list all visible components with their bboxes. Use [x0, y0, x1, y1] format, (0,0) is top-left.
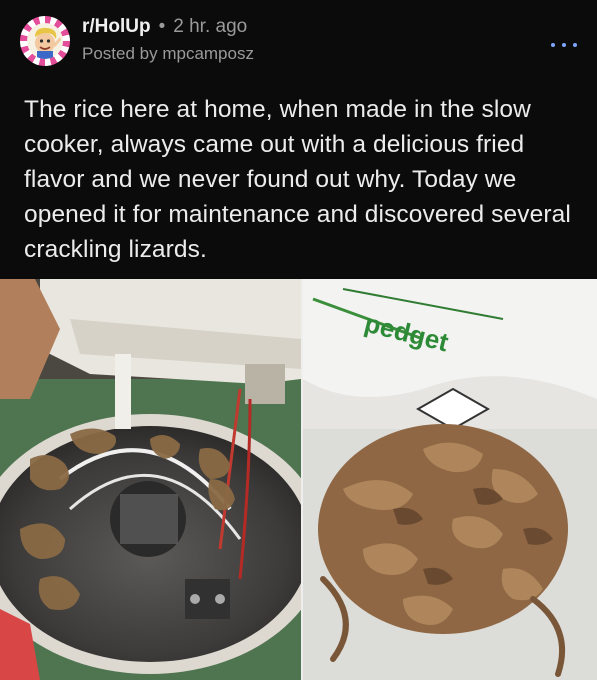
more-dot [573, 43, 577, 47]
post-time: 2 hr. ago [173, 16, 248, 37]
cartoon-face-icon [35, 27, 61, 59]
more-options-icon[interactable] [551, 38, 577, 52]
posted-by[interactable]: Posted by mpcamposz [82, 44, 254, 64]
lizard-pile-illustration: pedget [303, 279, 597, 680]
subreddit-avatar-icon[interactable] [20, 16, 70, 66]
post-title[interactable]: The rice here at home, when made in the … [24, 92, 576, 267]
slow-cooker-photo [0, 279, 301, 680]
meta-separator: • [158, 16, 166, 37]
avatar-face [27, 23, 63, 59]
more-dot [562, 43, 566, 47]
lizards-in-bag-photo: pedget [303, 279, 597, 680]
subreddit-line: r/HolUp • 2 hr. ago [82, 16, 247, 38]
slow-cooker-illustration [0, 279, 301, 680]
post-media[interactable]: pedget [0, 279, 597, 680]
more-dot [551, 43, 555, 47]
post-header: r/HolUp • 2 hr. ago Posted by mpcamposz [0, 0, 597, 80]
subreddit-name[interactable]: r/HolUp [82, 16, 151, 37]
